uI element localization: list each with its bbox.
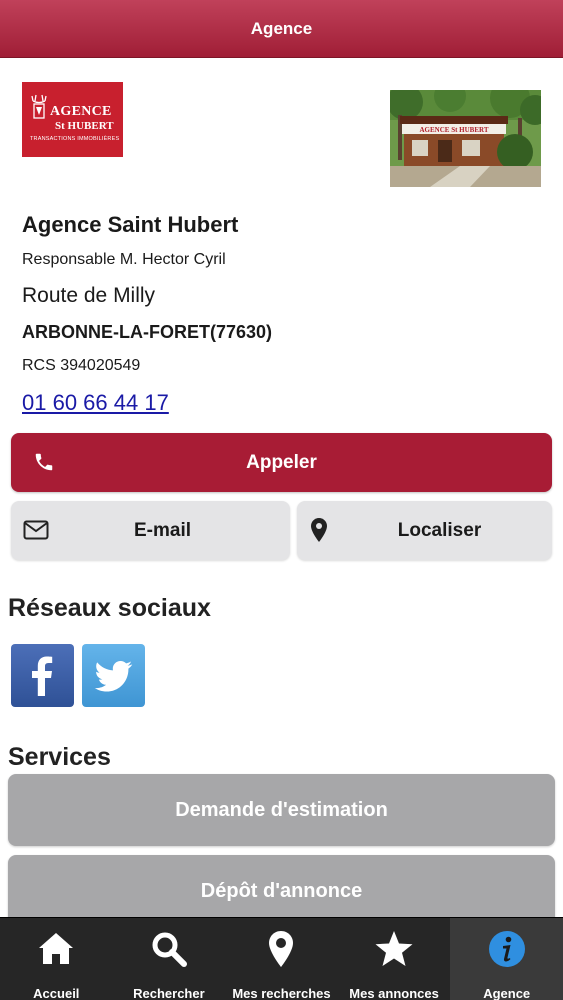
tab-rechercher[interactable]: Rechercher [113, 918, 226, 1000]
email-button-label: E-mail [133, 519, 192, 541]
post-listing-label: Dépôt d'annonce [200, 879, 363, 902]
social-section-title: Réseaux sociaux [8, 594, 211, 622]
twitter-button[interactable] [82, 644, 145, 707]
info-icon [488, 931, 525, 967]
page-title: Agence [250, 18, 313, 38]
logo-line-2: St HUBERT [55, 120, 114, 132]
estimation-request-label: Demande d'estimation [175, 798, 388, 821]
logo-line-1: AGENCE [50, 104, 112, 119]
call-button-label: Appeler [246, 451, 317, 473]
agency-name: Agence Saint Hubert [22, 212, 239, 237]
tab-label: Agence [483, 986, 531, 1000]
estimation-request-button[interactable]: Demande d'estimation [8, 774, 555, 846]
agency-logo: AGENCE St HUBERT TRANSACTIONS IMMOBILIÈR… [22, 82, 123, 157]
tab-agence[interactable]: Agence [450, 918, 563, 1000]
facebook-icon [32, 656, 53, 696]
tab-label: Rechercher [133, 986, 205, 1000]
deer-logo-icon [31, 94, 47, 119]
bottom-tab-bar: Accueil Rechercher Mes recherches Mes an… [0, 917, 563, 1000]
tab-accueil[interactable]: Accueil [0, 918, 113, 1000]
tab-label: Mes recherches [232, 986, 331, 1000]
map-pin-icon [311, 518, 327, 542]
tab-mes-annonces[interactable]: Mes annonces [338, 918, 451, 1000]
agency-street: Route de Milly [22, 284, 156, 307]
facebook-button[interactable] [11, 644, 74, 707]
email-button[interactable]: E-mail [11, 501, 290, 560]
photo-sign-text: AGENCE St HUBERT [420, 126, 489, 134]
search-icon [152, 932, 187, 967]
home-icon [39, 933, 74, 964]
tab-mes-recherches[interactable]: Mes recherches [225, 918, 338, 1000]
logo-line-3: TRANSACTIONS IMMOBILIÈRES [30, 136, 120, 142]
agency-photo: AGENCE St HUBERT [390, 90, 541, 187]
phone-icon [35, 453, 53, 471]
call-button[interactable]: Appeler [11, 433, 552, 492]
tab-label: Mes annonces [349, 986, 439, 1000]
agency-responsable: Responsable M. Hector Cyril [22, 251, 226, 268]
locate-button-label: Localiser [397, 519, 482, 541]
star-icon [375, 931, 413, 966]
twitter-icon [94, 661, 133, 692]
page-header: Agence [0, 0, 563, 58]
services-section-title: Services [8, 743, 111, 771]
locate-button[interactable]: Localiser [297, 501, 552, 560]
tab-label: Accueil [33, 986, 80, 1000]
envelope-icon [23, 520, 49, 540]
agency-city: ARBONNE-LA-FORET(77630) [22, 322, 273, 342]
phone-link[interactable]: 01 60 66 44 17 [22, 390, 169, 416]
agency-rcs: RCS 394020549 [22, 357, 141, 374]
map-pin-icon [269, 931, 294, 967]
